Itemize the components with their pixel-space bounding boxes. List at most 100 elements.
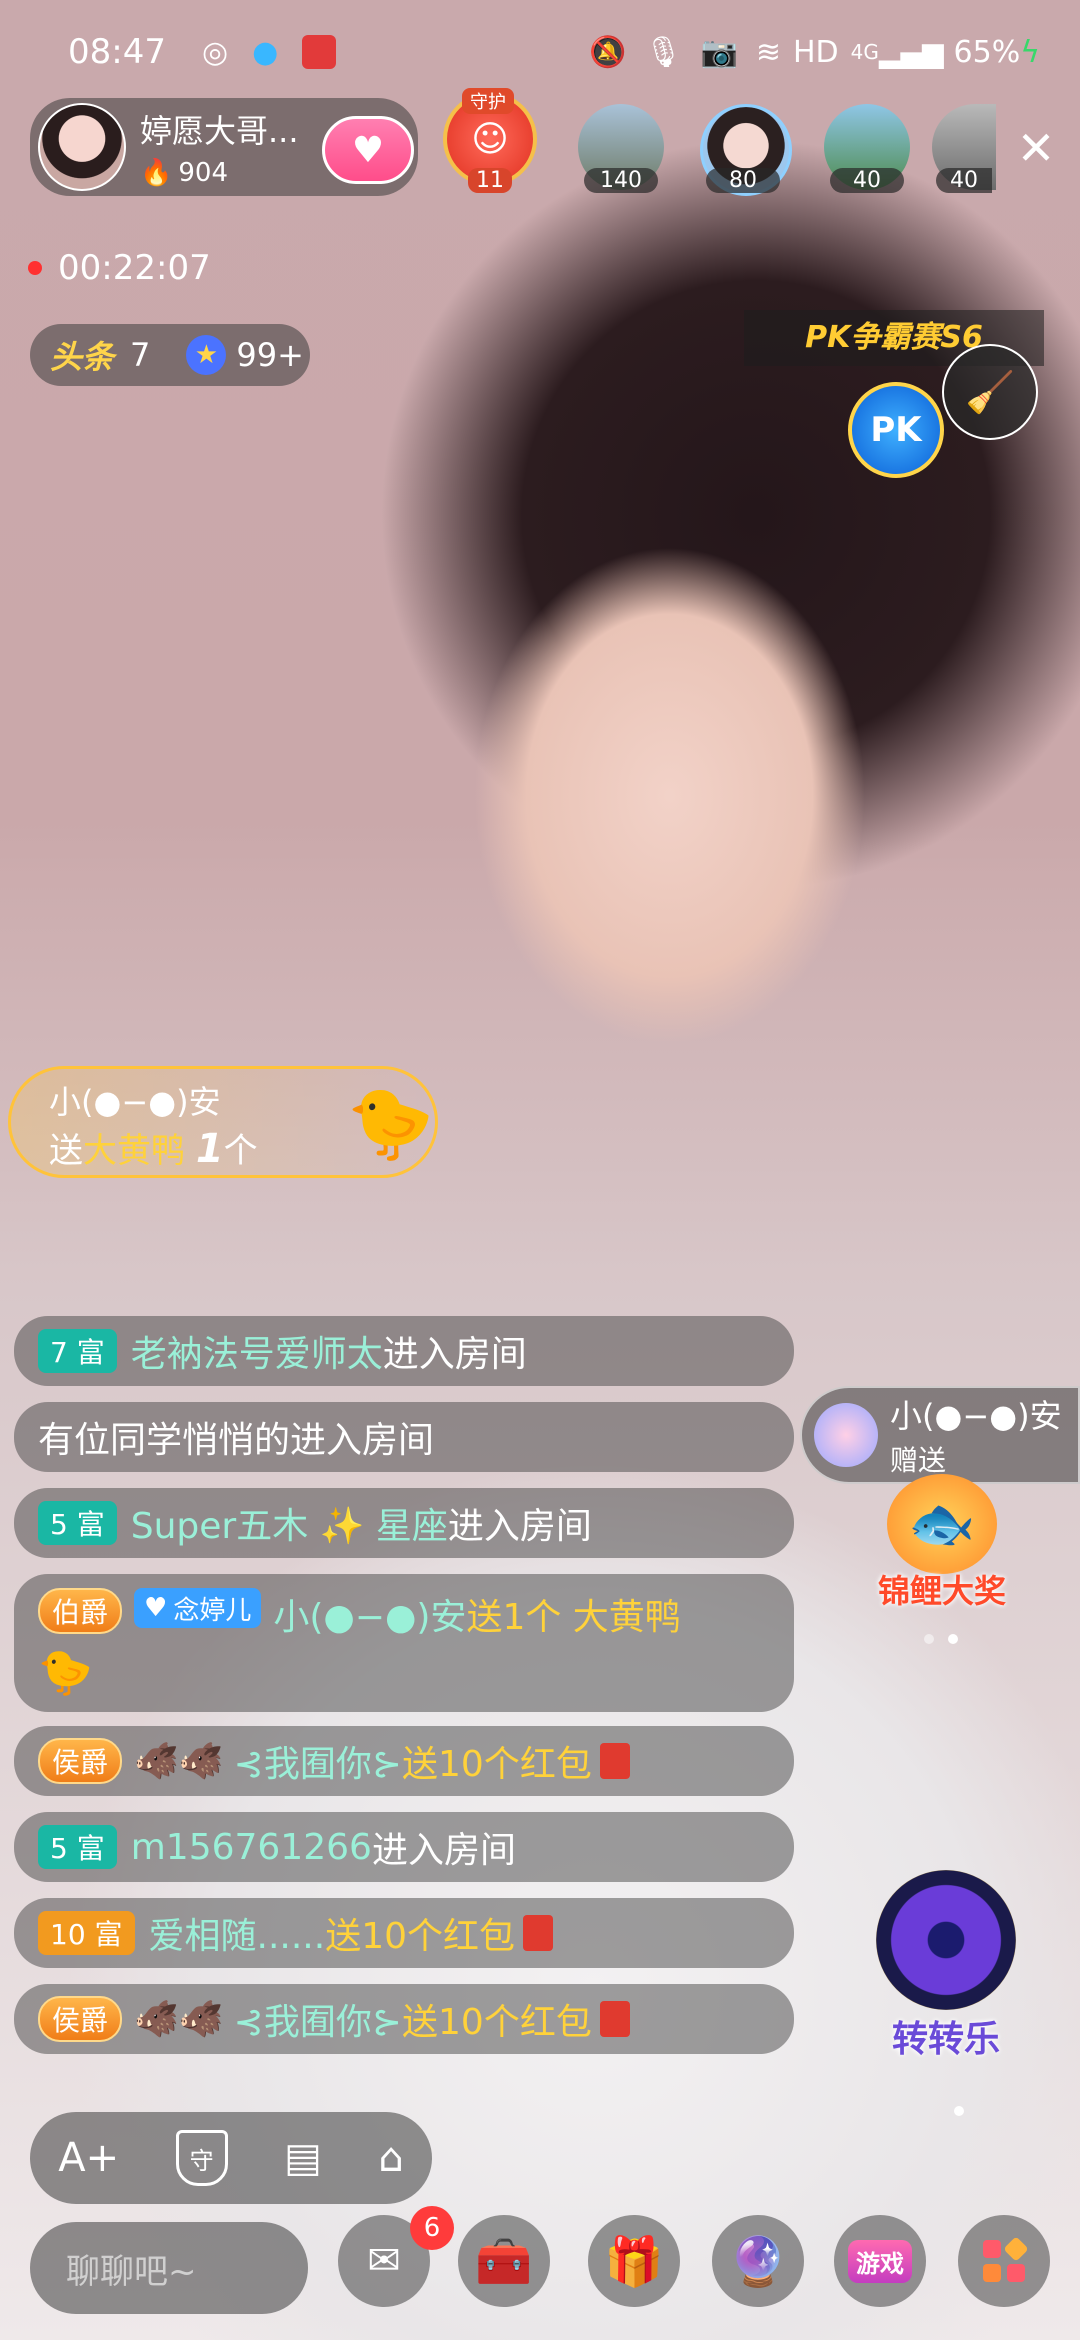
game-label: 游戏 (848, 2239, 912, 2283)
hd-indicator: HD (793, 34, 839, 70)
carousel-dot (948, 1634, 958, 1644)
guard-badge[interactable]: ☺ 守护 11 (438, 88, 542, 198)
wealth-level-badge: 5 富 (38, 1825, 117, 1869)
gacha-machine-icon: 🔮 (728, 2233, 788, 2290)
qq-icon: ● (252, 34, 279, 70)
app-icon (302, 35, 337, 69)
status-time: 08:47 (68, 32, 166, 72)
game-button[interactable]: 游戏 (834, 2215, 926, 2307)
wealth-level-badge: 7 富 (38, 1329, 117, 1373)
chat-message[interactable]: 侯爵 🐗🐗 ⊰我囿你⊱ 送10个红包 (14, 1984, 794, 2054)
koi-prize-label: 锦鲤大奖 (877, 1572, 1006, 1610)
spin-wheel-icon (876, 1870, 1016, 2010)
guard-label: 守护 (462, 88, 514, 114)
chat-username[interactable]: ⊰我囿你⊱ (234, 1735, 402, 1787)
viewer-score: 80 (706, 168, 780, 193)
host-fans: 904 (178, 158, 229, 188)
red-packet-icon (599, 2001, 630, 2037)
wechat-icon: ◎ (201, 34, 229, 70)
font-size-button[interactable]: A+ (58, 2135, 119, 2181)
chat-username[interactable]: 爱相随...... (149, 1907, 326, 1959)
chat-message[interactable]: 有位同学悄悄的进入房间 (14, 1402, 794, 1472)
red-packet-icon (599, 1743, 630, 1779)
chat-message[interactable]: 10 富 爱相随...... 送10个红包 (14, 1898, 794, 1968)
heart-badge-icon: ♥ (144, 1593, 168, 1623)
signal-indicator: 4G (850, 40, 879, 64)
headline-badge[interactable]: 头条 7 ★ 99+ (30, 324, 310, 386)
side-gift-user: 小(●−●)安 (890, 1397, 1062, 1435)
guard-shield-label: 守 (189, 2146, 214, 2175)
spin-wheel-label: 转转乐 (891, 2019, 1000, 2060)
close-icon[interactable]: ✕ (1006, 118, 1066, 178)
mute-icon: 🔕 (589, 34, 627, 70)
red-packet-icon (523, 1915, 554, 1951)
fan-badge: ♥ 念婷儿 (134, 1588, 262, 1628)
wifi-icon: ≋ (755, 34, 781, 70)
treasure-button[interactable]: 🧰 (458, 2215, 550, 2307)
mail-icon: ✉ (367, 2238, 401, 2284)
chat-message[interactable]: 7 富 老衲法号爱师太 进入房间 (14, 1316, 794, 1386)
carousel-dot (924, 1634, 934, 1644)
camera-icon: 📷 (700, 34, 738, 70)
tag-icon[interactable]: ⌂ (378, 2135, 403, 2181)
chat-username[interactable]: 小(●−●)安 (273, 1588, 466, 1640)
rank-badge: 侯爵 (38, 1738, 123, 1784)
host-name: 婷愿大哥... (140, 112, 299, 150)
pk-button[interactable]: PK (848, 382, 944, 478)
gift-banner-action: 送 (49, 1131, 83, 1171)
chat-text: 送1个 大黄鸭 (466, 1597, 681, 1638)
viewer-score: 140 (584, 168, 658, 193)
rank-badge: 伯爵 (38, 1588, 123, 1634)
chat-text: 有位同学悄悄的进入房间 (38, 1420, 435, 1461)
guard-shield-button[interactable]: 守 (175, 2130, 228, 2186)
carousel-dots (924, 1634, 958, 1644)
carousel-dot (954, 2106, 964, 2116)
chat-message[interactable]: 侯爵 🐗🐗 ⊰我囿你⊱ 送10个红包 (14, 1726, 794, 1796)
status-bar: 08:47 ◎ ● 🔕 🎙 📷 ≋ HD 4G ▂▄▆ 65% ϟ (68, 30, 1040, 74)
star-count: 99+ (236, 336, 304, 374)
duck-icon: 🐤 (38, 1647, 93, 1698)
chat-input[interactable]: 聊聊吧~ (30, 2222, 308, 2314)
charging-icon: ϟ (1020, 34, 1040, 70)
chat-message[interactable]: 5 富 Super五木 ✨ 星座 进入房间 (14, 1488, 794, 1558)
record-dot-icon (28, 261, 42, 275)
gift-banner-unit: 个 (223, 1131, 258, 1171)
chat-username[interactable]: 老衲法号爱师太 (131, 1325, 383, 1377)
gacha-button[interactable]: 🔮 (712, 2215, 804, 2307)
viewer-score: 40 (936, 168, 992, 193)
task-list-icon[interactable]: ▤ (284, 2135, 322, 2181)
more-apps-button[interactable] (958, 2215, 1050, 2307)
broom-icon[interactable]: 🧹 (942, 344, 1038, 440)
gift-banner-user: 小(●−●)安 (49, 1083, 221, 1121)
follow-heart-button[interactable]: ♥ (322, 116, 414, 184)
chat-message[interactable]: 5 富 m156761266 进入房间 (14, 1812, 794, 1882)
spin-wheel-activity[interactable]: 转转乐 (858, 1870, 1034, 2070)
chat-text: 送10个红包 (402, 2002, 592, 2043)
grid-icon (983, 2236, 1029, 2282)
chat-username[interactable]: m156761266 (131, 1827, 372, 1868)
chat-username[interactable]: Super五木 ✨ 星座 (131, 1497, 448, 1549)
pk-label: PK (870, 410, 922, 450)
chat-username[interactable]: ⊰我囿你⊱ (234, 1993, 402, 2045)
headline-label: 头条 (50, 338, 115, 376)
live-timer: 00:22:07 (28, 248, 211, 288)
chat-text: 进入房间 (447, 1506, 592, 1547)
chat-text: 送10个红包 (325, 1916, 516, 1957)
headline-count: 7 (130, 336, 151, 374)
viewer-score: 40 (830, 168, 904, 193)
gift-banner: 小(●−●)安 送大黄鸭 1个 🐤 (8, 1066, 438, 1178)
gift-button[interactable]: 🎁 (588, 2215, 680, 2307)
mail-badge: 6 (410, 2206, 454, 2250)
gift-banner-count: 1 (195, 1126, 224, 1172)
chat-text: 进入房间 (382, 1334, 527, 1375)
gift-icon: 🎁 (604, 2233, 664, 2290)
chat-message[interactable]: 伯爵 ♥ 念婷儿 小(●−●)安 送1个 大黄鸭 🐤 (14, 1574, 794, 1712)
wealth-level-badge: 5 富 (38, 1501, 117, 1545)
host-avatar[interactable] (38, 103, 126, 191)
heart-icon: ♥ (351, 129, 385, 171)
guard-face-icon: ☺ (471, 118, 509, 160)
rank-badge: 侯爵 (38, 1996, 123, 2042)
treasure-chest-icon: 🧰 (475, 2233, 533, 2288)
live-elapsed: 00:22:07 (58, 248, 211, 288)
koi-prize-activity[interactable]: 🐟 锦鲤大奖 (862, 1474, 1022, 1614)
